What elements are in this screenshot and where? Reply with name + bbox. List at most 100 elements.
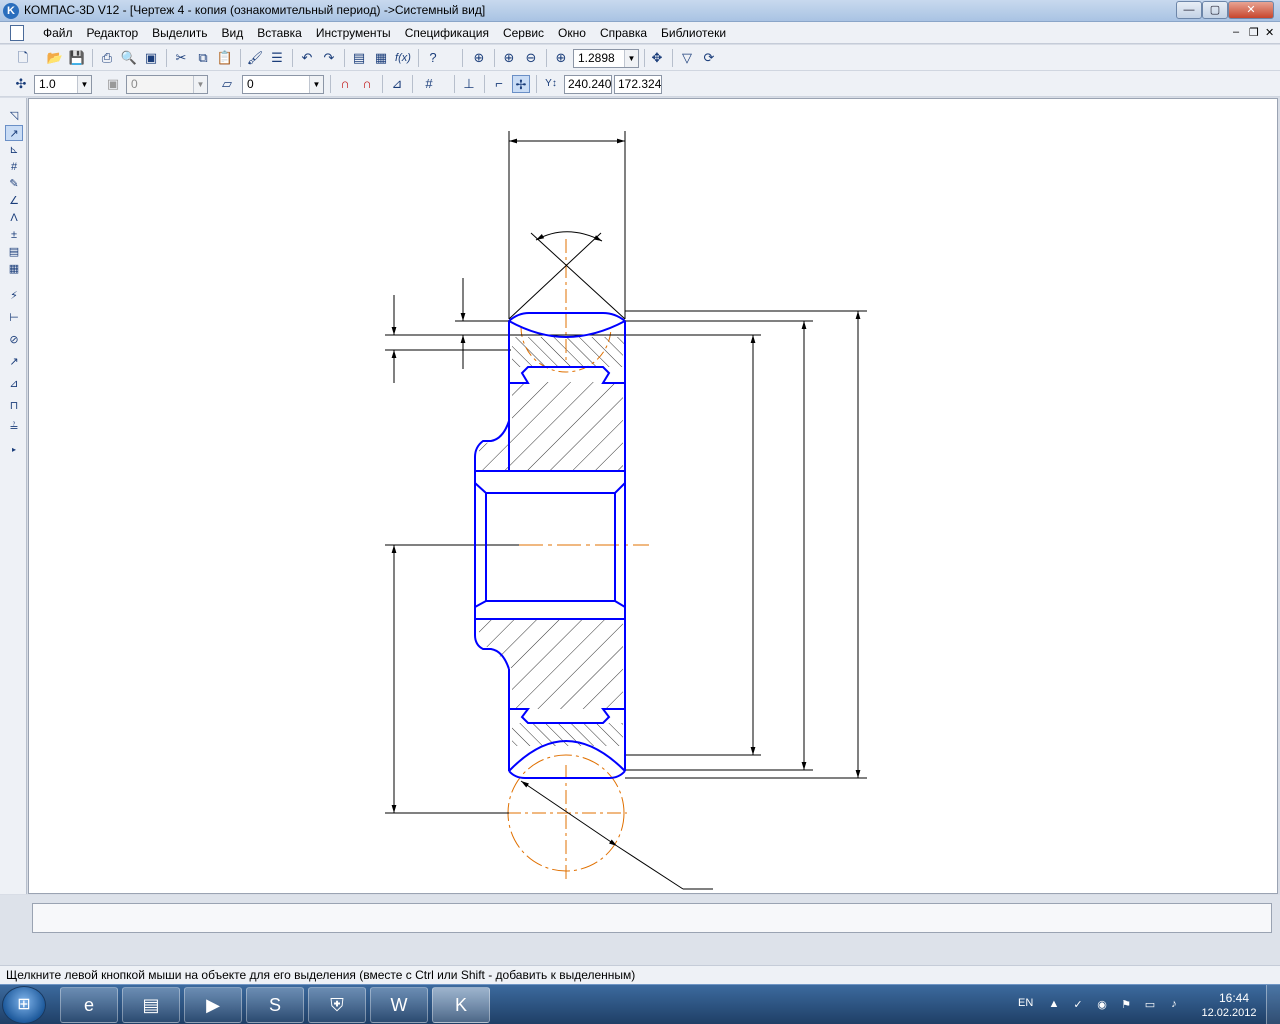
menu-select[interactable]: Выделить [145,26,214,40]
variables-icon[interactable]: f(x) [394,49,412,67]
radius-icon[interactable]: ↗ [5,354,23,370]
filter-icon[interactable]: ▽ [678,49,696,67]
linear-dim-icon[interactable]: ⚡ [5,288,23,304]
save-icon[interactable]: 💾 [68,49,86,67]
print-preview-icon[interactable]: 🔍 [120,49,138,67]
open-folder-icon[interactable]: 📂 [46,49,64,67]
media-player-icon[interactable]: ▶ [184,987,242,1023]
tray-display-icon[interactable]: ▭ [1142,998,1158,1011]
hatch-top-body [479,382,623,471]
angle-icon[interactable]: ⊿ [5,376,23,392]
dimensions-icon[interactable]: ↗ [5,125,23,141]
style-icon[interactable]: ▱ [218,75,236,93]
dim-line-icon[interactable]: ⊢ [5,310,23,326]
menu-view[interactable]: Вид [215,26,251,40]
pan-icon[interactable]: ✥ [648,49,666,67]
menu-editor[interactable]: Редактор [80,26,146,40]
grid-icon[interactable]: # [420,75,438,93]
step-combo[interactable]: 1.0 ▼ [34,75,92,94]
zoom-combo[interactable]: 1.2898 ▼ [573,49,639,68]
manager-icon[interactable]: ▤ [350,49,368,67]
help-pointer-icon[interactable]: ? [424,49,442,67]
style-combo[interactable]: 0 ▼ [242,75,324,94]
start-orb-icon[interactable]: ⊞ [2,986,46,1024]
zoom-out-icon[interactable]: ⊖ [522,49,540,67]
ortho-mode-icon[interactable]: ⌐ [490,75,508,93]
cursor-step-icon[interactable]: ✣ [12,75,30,93]
zoom-scale-icon[interactable]: ⊕ [552,49,570,67]
edit-icon[interactable]: # [5,159,23,175]
clock-time[interactable]: 16:44 [1210,991,1258,1005]
geometry-icon[interactable]: ◹ [5,108,23,124]
chevron-down-icon[interactable]: ▼ [309,76,323,93]
security-shield-icon[interactable]: ⛨ [308,987,366,1023]
local-cs-icon[interactable]: ⊥ [460,75,478,93]
menu-file[interactable]: Файл [36,26,80,40]
parametrization-icon[interactable]: ✎ [5,176,23,192]
page-setup-icon[interactable]: ▣ [142,49,160,67]
copy-icon[interactable]: ⧉ [194,49,212,67]
menu-insert[interactable]: Вставка [250,26,309,40]
expand-arrow-icon[interactable]: ▸ [5,442,23,458]
designations-icon[interactable]: ⊾ [5,142,23,158]
round-icon[interactable]: ✢ [512,75,530,93]
kompas-icon[interactable]: K [432,987,490,1023]
language-indicator[interactable]: EN [1018,997,1033,1009]
kompas-app-icon[interactable]: K [3,3,19,19]
internet-explorer-icon[interactable]: e [60,987,118,1023]
document-icon[interactable] [10,25,24,41]
reports-icon[interactable]: ▦ [5,261,23,277]
file-explorer-icon[interactable]: ▤ [122,987,180,1023]
cut-icon[interactable]: ✂ [172,49,190,67]
close-button[interactable]: ✕ [1228,1,1274,19]
undo-icon[interactable]: ↶ [298,49,316,67]
orthogonal-icon[interactable]: ⊿ [388,75,406,93]
zoom-in-icon[interactable]: ⊕ [500,49,518,67]
drawing-canvas[interactable] [28,98,1278,894]
properties-icon[interactable]: ☰ [268,49,286,67]
diameter-icon[interactable]: ⊘ [5,332,23,348]
chevron-down-icon[interactable]: ▼ [77,76,91,93]
tray-volume-icon[interactable]: ♪ [1166,998,1182,1010]
local-snap-icon[interactable]: ∩ [358,75,376,93]
arc-dim-icon[interactable]: ⊓ [5,398,23,414]
mdi-close-button[interactable]: ✕ [1265,26,1274,39]
mdi-minimize-button[interactable]: – [1233,26,1239,38]
refresh-view-icon[interactable]: ⟳ [700,49,718,67]
new-document-icon[interactable]: 🗋 [14,49,32,67]
show-desktop-button[interactable] [1266,985,1280,1024]
mdi-restore-button[interactable]: ❐ [1249,26,1259,39]
coord-x-field[interactable]: 240.240 [564,75,612,94]
menu-service[interactable]: Сервис [496,26,551,40]
tray-antivirus-icon[interactable]: ◉ [1094,998,1110,1011]
minimize-button[interactable]: — [1176,1,1202,19]
coord-y-field[interactable]: 172.324 [614,75,662,94]
chevron-down-icon[interactable]: ▼ [624,50,638,67]
maximize-button[interactable]: ▢ [1202,1,1228,19]
redo-icon[interactable]: ↷ [320,49,338,67]
property-field[interactable] [32,903,1272,933]
menu-specification[interactable]: Спецификация [398,26,496,40]
word-icon[interactable]: W [370,987,428,1023]
zoom-window-icon[interactable]: ⊕ [470,49,488,67]
tray-flag-icon[interactable]: ⚑ [1118,998,1134,1011]
height-dim-icon[interactable]: ≟ [5,420,23,436]
clock-date[interactable]: 12.02.2012 [1198,1007,1260,1019]
select-icon[interactable]: Λ [5,210,23,226]
spec-icon[interactable]: ▤ [5,244,23,260]
copy-properties-icon[interactable]: 🖌 [246,49,264,67]
print-icon[interactable]: ⎙ [98,49,116,67]
menu-window[interactable]: Окно [551,26,593,40]
snap-magnet-icon[interactable]: ∩ [336,75,354,93]
menu-tools[interactable]: Инструменты [309,26,398,40]
associative-icon[interactable]: ± [5,227,23,243]
skype-icon[interactable]: S [246,987,304,1023]
tray-expand-icon[interactable]: ▲ [1046,998,1062,1010]
menu-libraries[interactable]: Библиотеки [654,26,733,40]
tray-network-check-icon[interactable]: ✓ [1070,998,1086,1011]
hatch-top-band [512,337,624,349]
paste-icon[interactable]: 📋 [216,49,234,67]
library-manager-icon[interactable]: ▦ [372,49,390,67]
menu-help[interactable]: Справка [593,26,654,40]
measure-icon[interactable]: ∠ [5,193,23,209]
